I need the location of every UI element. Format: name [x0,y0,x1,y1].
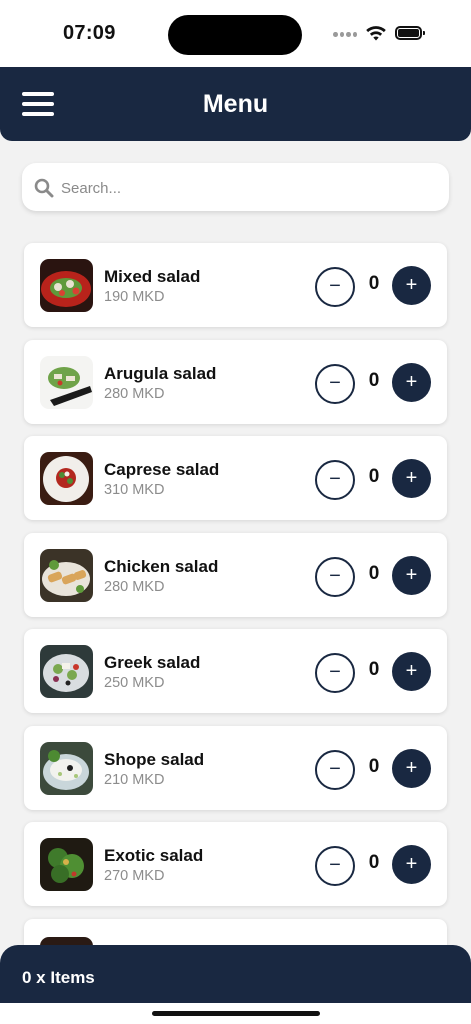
item-quantity: 0 [368,659,380,680]
list-item: Arugula salad 280 MKD − 0 + [24,339,447,424]
decrease-quantity-button[interactable]: − [315,749,355,790]
item-quantity: 0 [368,369,380,391]
mixed-salad-image [40,259,93,312]
chicken-salad-image [40,548,93,602]
caprese-salad-image [40,452,93,505]
home-indicator [152,1011,320,1016]
exotic-salad-image [40,838,93,891]
item-quantity: 0 [368,273,380,294]
increase-quantity-button[interactable]: + [392,459,431,498]
status-icons [333,24,429,44]
cart-summary[interactable]: 0 x Items [22,968,95,988]
item-name: Caprese salad [104,460,220,479]
item-name: Exotic salad [104,846,204,865]
increase-quantity-button[interactable]: + [392,845,431,884]
menu-list: Mixed salad 190 MKD − 0 + Arugula salad … [24,243,447,991]
increase-quantity-button[interactable]: + [392,555,431,595]
shope-salad-image [40,741,93,795]
dynamic-island [168,15,302,55]
arugula-salad-image [40,355,93,409]
search-bar[interactable] [22,163,449,211]
increase-quantity-button[interactable]: + [392,362,431,402]
decrease-quantity-button[interactable]: − [315,460,355,500]
list-item: Caprese salad 310 MKD − 0 + [24,436,447,520]
search-icon [34,178,54,198]
status-bar: 07:09 [0,0,471,67]
item-price: 280 MKD [104,385,165,402]
list-item: Shope salad 210 MKD − 0 + [24,725,447,810]
item-name: Mixed salad [104,267,201,286]
item-name: Shope salad [104,749,205,769]
greek-salad-image [40,645,93,698]
item-price: 190 MKD [104,289,165,305]
decrease-quantity-button[interactable]: − [315,846,355,886]
cart-footer[interactable]: 0 x Items [0,945,471,1024]
wifi-icon [366,26,386,41]
increase-quantity-button[interactable]: + [392,748,431,788]
item-quantity: 0 [368,466,380,487]
increase-quantity-button[interactable]: + [392,266,431,305]
page-title: Menu [202,90,269,118]
search-input[interactable] [59,172,443,204]
increase-quantity-button[interactable]: + [392,652,431,691]
decrease-quantity-button[interactable]: − [315,653,355,693]
decrease-quantity-button[interactable]: − [315,267,355,307]
list-item: Mixed salad 190 MKD − 0 + [24,243,447,327]
item-name: Greek salad [104,653,201,672]
item-name: Chicken salad [104,556,219,576]
list-item: Greek salad 250 MKD − 0 + [24,629,447,713]
decrease-quantity-button[interactable]: − [315,363,355,404]
home-indicator-area [0,1003,471,1024]
list-item: Exotic salad 270 MKD − 0 + [24,822,447,906]
item-quantity: 0 [368,755,380,777]
item-name: Arugula salad [104,363,217,383]
item-price: 280 MKD [104,578,165,595]
item-price: 310 MKD [104,482,165,498]
item-price: 210 MKD [104,771,165,788]
status-time: 07:09 [63,22,116,44]
item-price: 250 MKD [104,675,165,691]
battery-icon [395,26,425,40]
item-price: 270 MKD [104,868,165,884]
decrease-quantity-button[interactable]: − [315,556,355,597]
cellular-signal-icon [333,32,357,38]
app-header: Menu [0,67,471,141]
list-item: Chicken salad 280 MKD − 0 + [24,532,447,617]
item-quantity: 0 [368,852,380,873]
item-quantity: 0 [368,562,380,584]
